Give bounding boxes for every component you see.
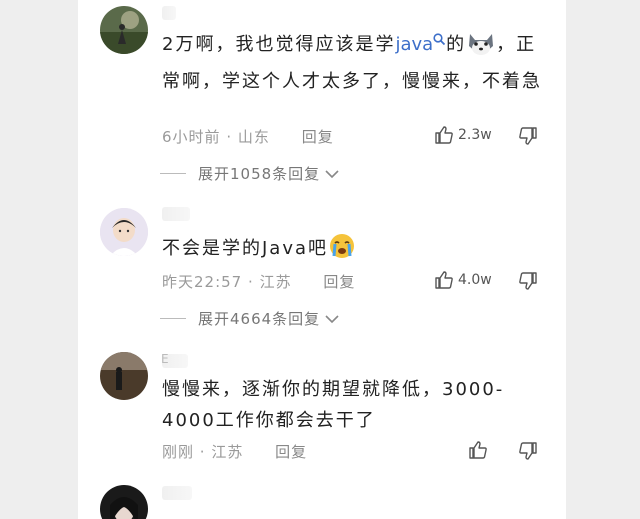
timestamp: 刚刚 — [162, 443, 195, 461]
meta-separator: · — [199, 443, 206, 461]
thumbs-up-icon — [469, 441, 487, 459]
divider-dash — [160, 318, 186, 319]
username[interactable]: E — [161, 352, 188, 368]
thumbs-down-icon — [519, 272, 537, 290]
thumbs-down-icon — [519, 442, 537, 460]
location: 江苏 — [211, 443, 244, 461]
thumbs-down-icon — [519, 127, 537, 145]
like-button[interactable]: 4.0w — [434, 270, 492, 290]
reply-button[interactable]: 回复 — [275, 443, 307, 461]
expand-replies-label: 展开1058条回复 — [198, 165, 321, 183]
like-count: 2.3w — [458, 127, 492, 143]
crying-emoji-icon — [328, 232, 356, 270]
timestamp: 昨天22:57 — [162, 273, 243, 291]
chevron-down-icon — [325, 314, 339, 323]
comment-text: 2万啊，我也觉得应该是学java 的，正常啊，学这个人才太多了，慢慢来，不着急 — [162, 29, 542, 97]
search-link[interactable]: java — [395, 33, 446, 55]
avatar[interactable] — [100, 352, 148, 400]
username-placeholder[interactable] — [162, 486, 192, 500]
like-button[interactable]: 2.3w — [434, 125, 492, 145]
comment-meta: 昨天22:57 · 江苏 回复 — [162, 271, 355, 292]
comment-meta: 刚刚 · 江苏 回复 — [162, 441, 307, 462]
expand-replies-label: 展开4664条回复 — [198, 310, 321, 328]
meta-separator: · — [226, 128, 233, 146]
chevron-down-icon — [325, 169, 339, 178]
search-icon — [433, 33, 446, 46]
comment-meta: 6小时前 · 山东 回复 — [162, 126, 334, 147]
like-count: 4.0w — [458, 272, 492, 288]
reply-button[interactable]: 回复 — [302, 128, 334, 146]
comment-text: 慢慢来，逐渐你的期望就降低，3000-4000工作你都会去干了 — [162, 374, 542, 436]
timestamp: 6小时前 — [162, 128, 221, 146]
husky-emoji-icon — [466, 30, 496, 66]
comment-text-part: 慢慢来，逐渐你的期望就降低，3000-4000工作你都会去干了 — [162, 379, 505, 431]
location: 江苏 — [259, 273, 292, 291]
expand-replies-button[interactable]: 展开4664条回复 — [160, 308, 340, 329]
comment-text-part: 2万啊，我也觉得应该是学 — [162, 34, 396, 55]
divider-dash — [160, 173, 186, 174]
search-link-label: java — [395, 34, 434, 55]
dislike-button[interactable] — [518, 441, 538, 465]
like-button[interactable] — [468, 440, 488, 460]
expand-replies-button[interactable]: 展开1058条回复 — [160, 163, 340, 184]
username-placeholder[interactable] — [162, 6, 176, 20]
dislike-button[interactable] — [518, 126, 538, 150]
comment-text: 不会是学的Java吧 — [162, 232, 542, 270]
avatar[interactable] — [100, 208, 148, 256]
reply-button[interactable]: 回复 — [323, 273, 355, 291]
avatar[interactable] — [100, 6, 148, 54]
location: 山东 — [237, 128, 270, 146]
avatar[interactable] — [100, 485, 148, 519]
username-initial: E — [161, 352, 169, 366]
username-placeholder[interactable] — [162, 207, 190, 221]
meta-separator: · — [248, 273, 254, 291]
thumbs-up-icon — [435, 271, 453, 289]
dislike-button[interactable] — [518, 271, 538, 295]
thumbs-up-icon — [435, 126, 453, 144]
comment-text-part: 的 — [446, 34, 467, 55]
comment-text-part: 不会是学的Java吧 — [162, 238, 329, 259]
comment-panel: 2万啊，我也觉得应该是学java 的，正常啊，学这个人才太多了，慢慢来，不着急 6… — [78, 0, 566, 519]
